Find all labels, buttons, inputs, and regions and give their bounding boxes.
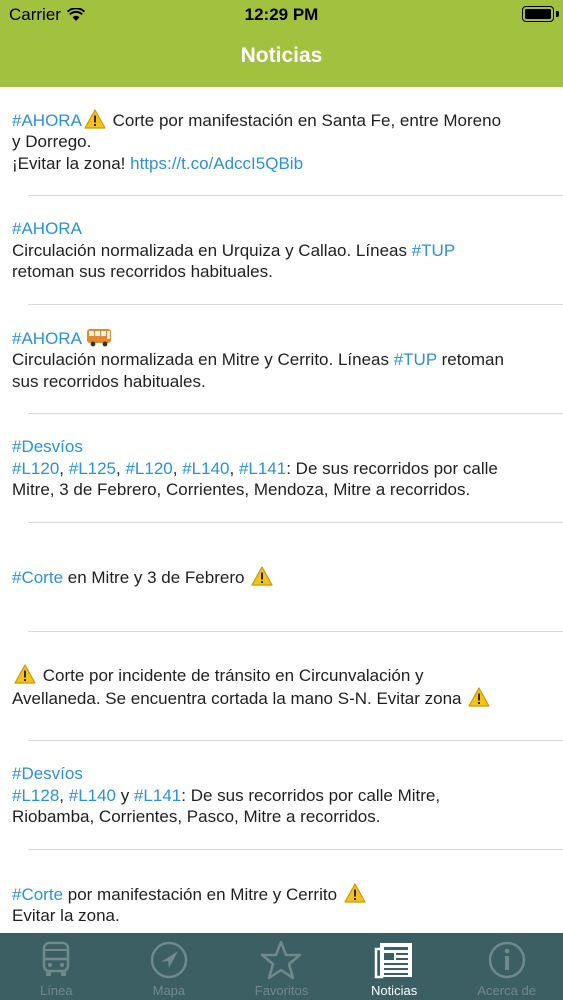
news-line: Corte por incidente de tránsito en Circu…: [12, 664, 549, 687]
hashtag-link[interactable]: #AHORA: [12, 329, 82, 348]
news-item[interactable]: Corte por incidente de tránsito en Circu…: [0, 632, 563, 741]
hashtag-link[interactable]: #AHORA: [12, 219, 82, 238]
news-line: Circulación normalizada en Urquiza y Cal…: [12, 240, 549, 262]
news-text: Corte por incidente de tránsito en Circu…: [38, 666, 424, 685]
news-line: #L120, #L125, #L120, #L140, #L141: De su…: [12, 458, 549, 480]
news-item[interactable]: #AHORA Circulación normalizada en Urquiza…: [0, 196, 563, 305]
hashtag-link[interactable]: #Desvíos: [12, 437, 83, 456]
news-item[interactable]: #Desvíos #L120, #L125, #L120, #L140, #L14…: [0, 414, 563, 523]
news-item[interactable]: #Corte por manifestación en Mitre y Cerr…: [0, 850, 563, 933]
news-line: Avellaneda. Se encuentra cortada la mano…: [12, 686, 549, 710]
news-text: y: [116, 785, 134, 805]
news-text: Circulación normalizada en Mitre y Cerri…: [12, 350, 394, 370]
news-text: ,: [59, 458, 69, 478]
news-line: ¡Evitar la zona! https://t.co/AdccI5QBib: [12, 153, 549, 175]
news-feed[interactable]: #AHORA Corte por manifestación en Santa …: [0, 87, 563, 933]
tab-mapa[interactable]: Mapa: [113, 933, 226, 1000]
news-line: #AHORA: [12, 327, 549, 350]
news-line: #Desvíos: [12, 763, 549, 785]
bus-icon: [86, 328, 111, 347]
news-text: retoman sus recorridos habituales.: [12, 262, 273, 282]
news-line: Mitre, 3 de Febrero, Corrientes, Mendoza…: [12, 479, 549, 501]
news-line: Circulación normalizada en Mitre y Cerri…: [12, 349, 549, 371]
hashtag-link[interactable]: #TUP: [412, 241, 455, 260]
tab-linea[interactable]: Línea: [0, 933, 113, 1000]
news-text: Avellaneda. Se encuentra cortada la mano…: [12, 688, 467, 708]
news-line: #Corte en Mitre y 3 de Febrero: [12, 566, 549, 589]
news-text: Corte por manifestación en Santa Fe, ent…: [107, 110, 502, 130]
tab-bar: Línea Mapa Favoritos Noticias Acerca de: [0, 933, 563, 1000]
tab-label: Noticias: [370, 983, 418, 998]
news-item[interactable]: #AHORA Circulación normalizada en Mitre y…: [0, 305, 563, 414]
hashtag-link[interactable]: #L120: [125, 459, 172, 478]
tab-label: Favoritos: [254, 983, 309, 998]
battery-level: [525, 9, 551, 19]
news-text: por manifestación en Mitre y Cerrito: [63, 884, 342, 904]
status-bar: Carrier 12:29 PM: [0, 0, 563, 30]
hashtag-link[interactable]: #AHORA: [12, 111, 82, 130]
hashtag-link[interactable]: #Corte: [12, 568, 63, 587]
hashtag-link[interactable]: #L141: [134, 786, 181, 805]
news-text: Riobamba, Corrientes, Pasco, Mitre a rec…: [12, 807, 381, 827]
tab-noticias[interactable]: Noticias: [338, 933, 451, 1000]
hashtag-link[interactable]: #Corte: [12, 885, 63, 904]
header: Carrier 12:29 PM Noticias: [0, 0, 563, 87]
hashtag-link[interactable]: #L140: [182, 459, 229, 478]
news-text: ¡Evitar la zona!: [12, 153, 131, 173]
battery-tip: [556, 11, 559, 17]
battery-icon: [522, 6, 554, 22]
hashtag-link[interactable]: #L140: [69, 786, 116, 805]
newspaper-icon: [374, 943, 413, 979]
status-time: 12:29 PM: [244, 5, 319, 24]
page-title: Noticias: [240, 44, 323, 67]
star-icon: [261, 940, 302, 980]
news-line: #Corte por manifestación en Mitre y Cerr…: [12, 882, 549, 906]
news-line: #AHORA: [12, 218, 549, 240]
news-line: #Desvíos: [12, 436, 549, 458]
news-line: #AHORA Corte por manifestación en Santa …: [12, 109, 549, 132]
tab-label: Línea: [40, 983, 73, 998]
news-text: sus recorridos habituales.: [12, 371, 206, 391]
hashtag-link[interactable]: #L128: [12, 786, 59, 805]
news-line: #L128, #L140 y #L141: De sus recorridos …: [12, 785, 549, 807]
news-item[interactable]: #Desvíos #L128, #L140 y #L141: De sus rec…: [0, 741, 563, 850]
news-text: Evitar la zona.: [12, 906, 120, 925]
tab-label: Acerca de: [477, 983, 536, 998]
info-icon: [488, 941, 525, 979]
hashtag-link[interactable]: #TUP: [394, 350, 437, 369]
news-text: en Mitre y 3 de Febrero: [63, 568, 250, 588]
warning-icon: [251, 566, 273, 586]
warning-icon: [344, 882, 366, 903]
news-text: retoman: [436, 350, 504, 370]
news-item[interactable]: #Corte en Mitre y 3 de Febrero: [0, 523, 563, 632]
tab-acerca-de[interactable]: Acerca de: [450, 933, 563, 1000]
hashtag-link[interactable]: #L141: [239, 459, 286, 478]
news-text: Mitre, 3 de Febrero, Corrientes, Mendoza…: [12, 480, 471, 500]
compass-icon: [150, 941, 188, 979]
news-text: ,: [229, 458, 239, 478]
news-line: sus recorridos habituales.: [12, 371, 549, 393]
hashtag-link[interactable]: #Desvíos: [12, 764, 83, 783]
warning-icon: [14, 664, 36, 684]
warning-icon: [84, 109, 106, 129]
warning-icon: [468, 686, 490, 707]
hashtag-link[interactable]: #L120: [12, 459, 59, 478]
news-line: retoman sus recorridos habituales.: [12, 261, 549, 283]
tab-favoritos[interactable]: Favoritos: [225, 933, 338, 1000]
tab-label: Mapa: [152, 983, 186, 998]
hashtag-link[interactable]: #L125: [69, 459, 116, 478]
news-line: Evitar la zona.: [12, 905, 549, 927]
news-text: ,: [172, 458, 183, 478]
news-text: y Dorrego.: [12, 132, 92, 152]
news-item[interactable]: #AHORA Corte por manifestación en Santa …: [0, 87, 563, 196]
news-text: ,: [59, 785, 69, 805]
news-text: : De sus recorridos por calle Mitre,: [181, 785, 441, 805]
news-line: Riobamba, Corrientes, Pasco, Mitre a rec…: [12, 806, 549, 828]
news-link[interactable]: https://t.co/AdccI5QBib: [130, 154, 303, 173]
news-text: Circulación normalizada en Urquiza y Cal…: [12, 240, 412, 260]
news-text: : De sus recorridos por calle: [286, 458, 498, 478]
bus-icon: [43, 941, 70, 976]
news-line: y Dorrego.: [12, 131, 549, 153]
